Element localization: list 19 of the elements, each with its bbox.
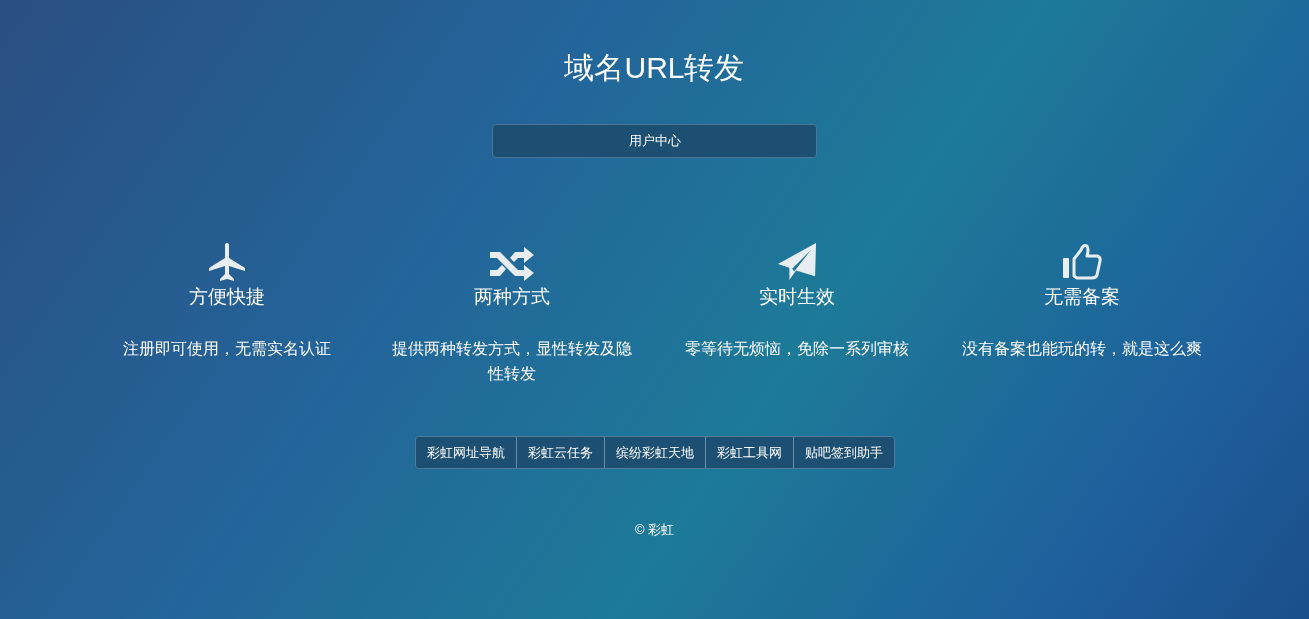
feature-description: 没有备案也能玩的转，就是这么爽 xyxy=(961,339,1203,359)
feature-description: 提供两种转发方式，显性转发及隐性转发 xyxy=(391,339,633,384)
nav-link-button[interactable]: 彩虹网址导航 xyxy=(415,437,516,468)
feature-description: 零等待无烦恼，免除一系列审核 xyxy=(684,339,910,359)
nav-link-button[interactable]: 彩虹工具网 xyxy=(704,437,793,468)
nav-link-button[interactable]: 缤纷彩虹天地 xyxy=(603,437,705,468)
thumbs-up-icon xyxy=(1061,242,1103,282)
feature-title: 方便快捷 xyxy=(189,285,265,309)
feature-title: 实时生效 xyxy=(759,285,835,309)
copyright-text: © 彩虹 xyxy=(634,521,675,539)
nav-link-button[interactable]: 贴吧签到助手 xyxy=(792,437,894,468)
airplane-icon xyxy=(207,242,247,282)
nav-link-button[interactable]: 彩虹云任务 xyxy=(515,437,604,468)
feature-description: 注册即可使用，无需实名认证 xyxy=(122,339,332,359)
user-center-button[interactable]: 用户中心 xyxy=(492,124,817,158)
page-title: 域名URL转发 xyxy=(564,50,745,86)
paper-plane-icon xyxy=(776,242,818,282)
feature-title: 两种方式 xyxy=(474,285,550,309)
feature-title: 无需备案 xyxy=(1044,285,1120,309)
